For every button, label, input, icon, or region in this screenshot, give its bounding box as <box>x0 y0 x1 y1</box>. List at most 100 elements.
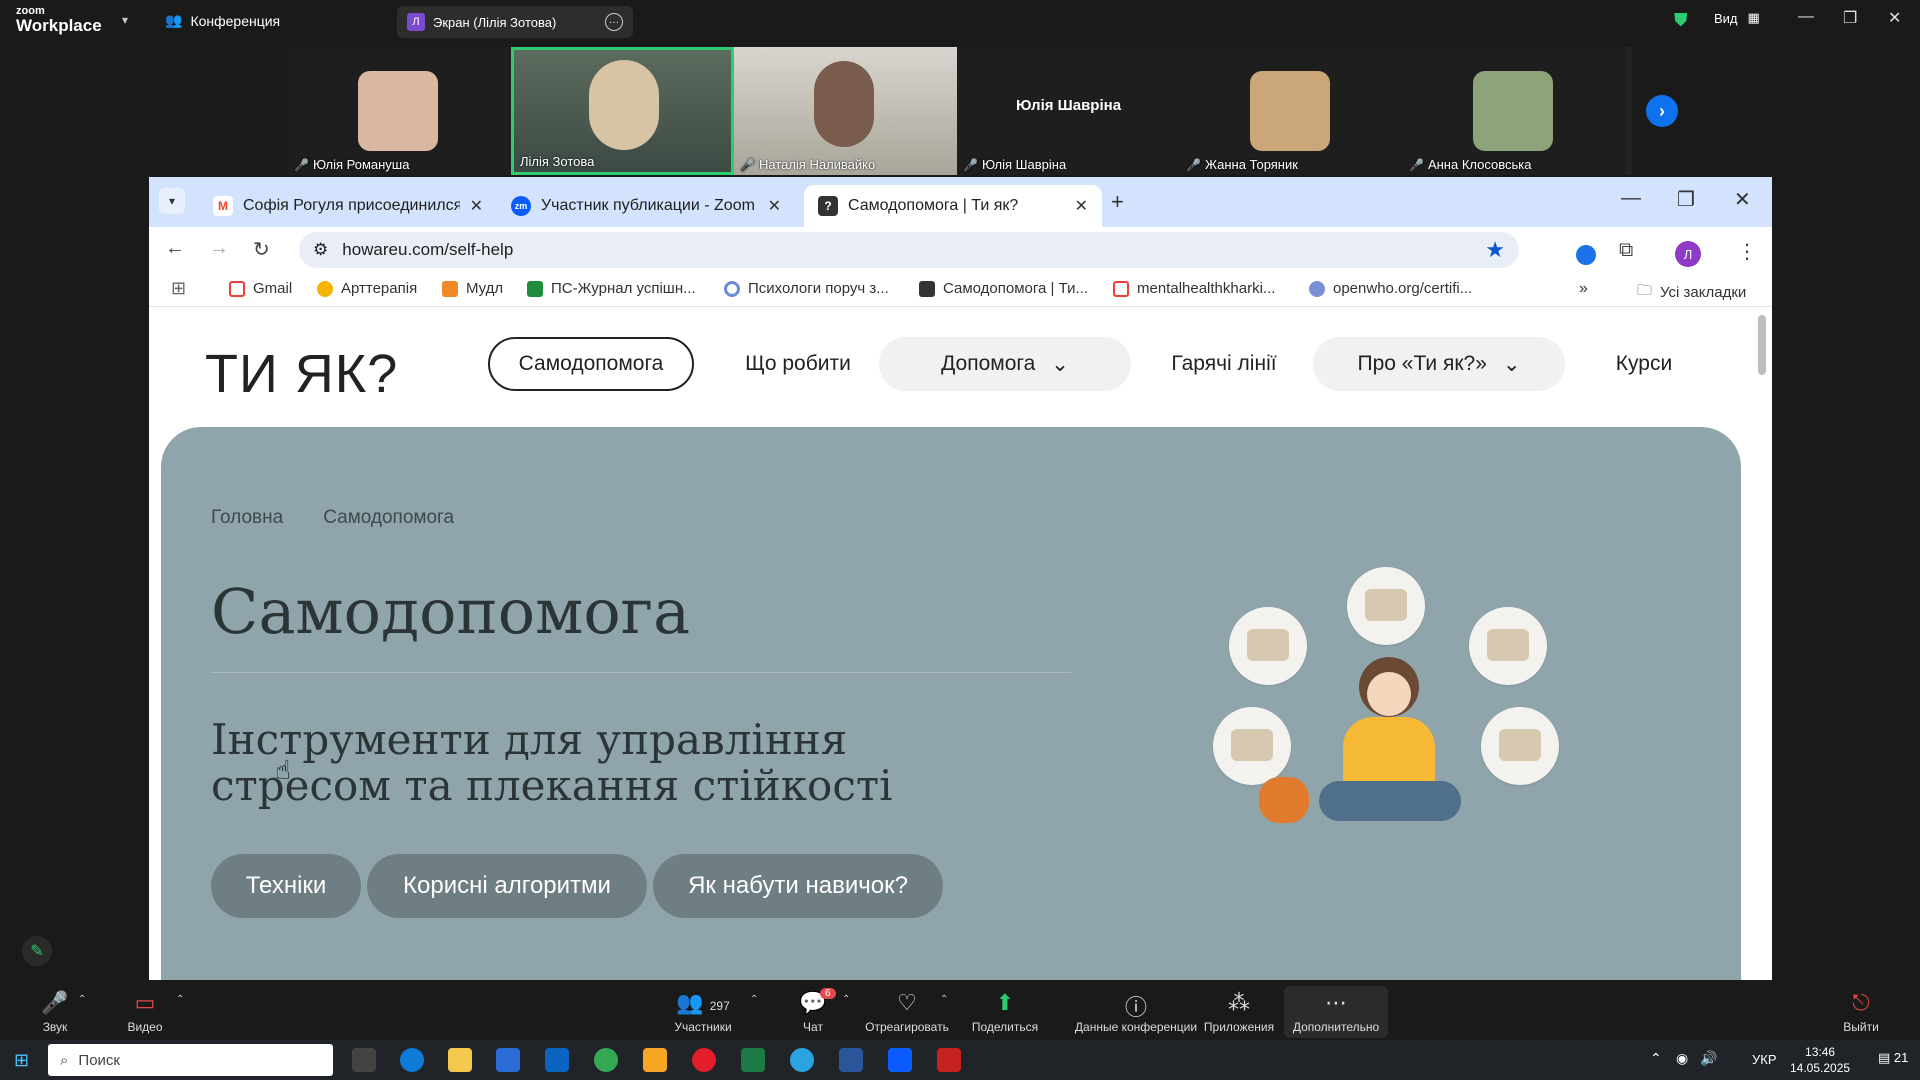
new-tab-icon[interactable]: + <box>1111 189 1124 215</box>
tab-close-icon[interactable]: ✕ <box>1075 196 1088 216</box>
back-icon[interactable]: ← <box>165 237 185 260</box>
nav-hotlines[interactable]: Гарячі лінії <box>1149 337 1299 391</box>
breadcrumb-home[interactable]: Головна <box>211 507 283 529</box>
excel-icon[interactable] <box>741 1048 765 1072</box>
notifications-icon[interactable]: ▤ 21 <box>1878 1050 1908 1066</box>
file-explorer-icon[interactable] <box>448 1048 472 1072</box>
apps-grid-icon[interactable]: ⊞ <box>171 278 186 299</box>
restore-icon[interactable]: ❐ <box>1677 187 1695 212</box>
participants-button[interactable]: 👥 297 Участники <box>648 990 758 1034</box>
speaker-icon[interactable]: 🔊 <box>1700 1050 1717 1067</box>
language-indicator[interactable]: УКР <box>1752 1052 1777 1067</box>
shield-icon[interactable]: ⛊ <box>1674 10 1688 31</box>
leave-button[interactable]: ⎋ Выйти <box>1816 990 1906 1034</box>
site-info-icon[interactable]: ⚙ <box>313 240 328 260</box>
gallery-next-arrow-icon[interactable]: › <box>1646 95 1678 127</box>
more-options-icon[interactable]: ··· <box>605 13 623 31</box>
participant-tile[interactable]: 🎤 Юлія Романуша <box>288 47 511 175</box>
participant-name-tag: 🎤 Наталія Наливайко <box>740 157 875 172</box>
address-bar[interactable]: ⚙ howareu.com/self-help ★ <box>299 232 1519 268</box>
edge-icon[interactable] <box>400 1048 424 1072</box>
more-bookmarks-icon[interactable]: » <box>1579 280 1588 298</box>
tab-search-icon[interactable]: ▾ <box>159 188 185 214</box>
annotate-pencil-icon[interactable]: ✎ <box>22 936 52 966</box>
bookmark-item[interactable]: Арттерапія <box>317 280 417 297</box>
video-gallery: 🎤 Юлія Романуша Лілія Зотова 🎤 Наталія Нал… <box>288 47 1632 175</box>
bookmark-item[interactable]: Gmail <box>229 280 292 297</box>
extension-dot-icon[interactable] <box>1576 245 1596 265</box>
site-logo[interactable]: ТИ ЯК? <box>205 343 398 405</box>
breadcrumb: Головна Самодопомога <box>211 507 454 529</box>
participant-tile[interactable]: 🎤 Жанна Торяник <box>1180 47 1403 175</box>
restore-icon[interactable]: ❐ <box>1843 8 1857 28</box>
bookmark-star-icon[interactable]: ★ <box>1485 237 1505 263</box>
bookmark-item[interactable]: Мудл <box>442 280 503 297</box>
store-icon[interactable] <box>496 1048 520 1072</box>
opera-icon[interactable] <box>692 1048 716 1072</box>
share-button[interactable]: ⬆ Поделиться <box>950 990 1060 1034</box>
bookmark-item[interactable]: ПС-Журнал успішн... <box>527 280 696 297</box>
nav-about-dropdown[interactable]: Про «Ти як?» ⌄ <box>1313 337 1565 391</box>
algorithms-button[interactable]: Корисні алгоритми <box>367 854 647 918</box>
word-icon[interactable] <box>839 1048 863 1072</box>
tray-expand-icon[interactable]: ⌃ <box>1650 1050 1662 1067</box>
audio-options-chevron-icon[interactable]: ⌃ <box>78 994 86 1005</box>
scrollbar-thumb[interactable] <box>1758 315 1766 375</box>
video-options-chevron-icon[interactable]: ⌃ <box>176 994 184 1005</box>
screen-share-indicator[interactable]: Л Экран (Лілія Зотова) ··· <box>397 6 633 38</box>
participant-tile[interactable]: 🎤 Наталія Наливайко <box>734 47 957 175</box>
nav-help-dropdown[interactable]: Допомога ⌄ <box>879 337 1131 391</box>
chrome-menu-icon[interactable]: ⋮ <box>1737 239 1757 264</box>
windows-start-icon[interactable]: ⊞ <box>14 1050 34 1070</box>
browser-tab[interactable]: zm Участник публикации - Zoom ✕ <box>497 185 795 227</box>
close-icon[interactable]: ✕ <box>1888 8 1901 28</box>
participant-tile[interactable]: Юлія Шавріна 🎤 Юлія Шавріна <box>957 47 1180 175</box>
react-options-chevron-icon[interactable]: ⌃ <box>940 994 948 1005</box>
journal-icon <box>527 280 543 297</box>
techniques-button[interactable]: Техніки <box>211 854 361 918</box>
leave-icon: ⎋ <box>1852 990 1870 1015</box>
taskbar-search[interactable]: ⌕ Поиск <box>48 1044 333 1076</box>
profile-avatar[interactable]: Л <box>1675 241 1701 267</box>
bookmark-item[interactable]: Психологи поруч з... <box>724 280 889 297</box>
minimize-icon[interactable]: — <box>1621 187 1641 210</box>
apps-button[interactable]: ⁂ Приложения <box>1184 990 1294 1034</box>
acrobat-icon[interactable] <box>937 1048 961 1072</box>
minimize-icon[interactable]: — <box>1798 8 1814 26</box>
chevron-down-icon[interactable]: ▾ <box>122 13 128 27</box>
media-player-icon[interactable] <box>643 1048 667 1072</box>
conference-menu-button[interactable]: 👥 Конференция <box>165 12 280 29</box>
participant-tile[interactable]: 🎤 Анна Клосовська <box>1403 47 1626 175</box>
tab-close-icon[interactable]: ✕ <box>768 196 781 216</box>
nav-courses[interactable]: Курси <box>1589 337 1699 391</box>
bookmark-item[interactable]: Самодопомога | Ти... <box>919 280 1088 297</box>
nav-what-to-do[interactable]: Що робити <box>723 337 873 391</box>
all-bookmarks-button[interactable]: 🗀 Усі закладки <box>1637 280 1746 305</box>
view-button[interactable]: Вид ▦ <box>1714 10 1760 26</box>
nav-self-help[interactable]: Самодопомога <box>488 337 694 391</box>
gmail-icon <box>1113 280 1129 297</box>
clock[interactable]: 13:46 14.05.2025 <box>1790 1044 1850 1076</box>
outlook-icon[interactable] <box>545 1048 569 1072</box>
character-legs <box>1319 781 1461 821</box>
more-button[interactable]: ⋯ Дополнительно <box>1284 986 1388 1038</box>
forward-icon[interactable]: → <box>209 237 229 260</box>
browser-tab-active[interactable]: ? Самодопомога | Ти як? ✕ <box>804 185 1102 227</box>
reload-icon[interactable]: ↻ <box>253 237 270 262</box>
extensions-icon[interactable]: ⧉ <box>1619 239 1633 262</box>
chrome-icon[interactable] <box>594 1048 618 1072</box>
skills-button[interactable]: Як набути навичок? <box>653 854 943 918</box>
telegram-icon[interactable] <box>790 1048 814 1072</box>
participant-tile-active[interactable]: Лілія Зотова <box>511 47 734 175</box>
bookmark-item[interactable]: mentalhealthkharki... <box>1113 280 1275 297</box>
close-icon[interactable]: ✕ <box>1734 187 1751 212</box>
mic-muted-icon: 🎤 <box>294 157 309 172</box>
zoom-taskbar-icon[interactable] <box>888 1048 912 1072</box>
browser-tab[interactable]: M Софія Рогуля присоединился( ✕ <box>199 185 497 227</box>
tab-close-icon[interactable]: ✕ <box>470 196 483 216</box>
tray-app-icon[interactable]: ◉ <box>1676 1050 1688 1067</box>
chat-options-chevron-icon[interactable]: ⌃ <box>842 994 850 1005</box>
bookmark-item[interactable]: openwho.org/certifi... <box>1309 280 1472 297</box>
participant-name-tag: 🎤 Юлія Романуша <box>294 157 409 172</box>
task-view-icon[interactable] <box>352 1048 376 1072</box>
